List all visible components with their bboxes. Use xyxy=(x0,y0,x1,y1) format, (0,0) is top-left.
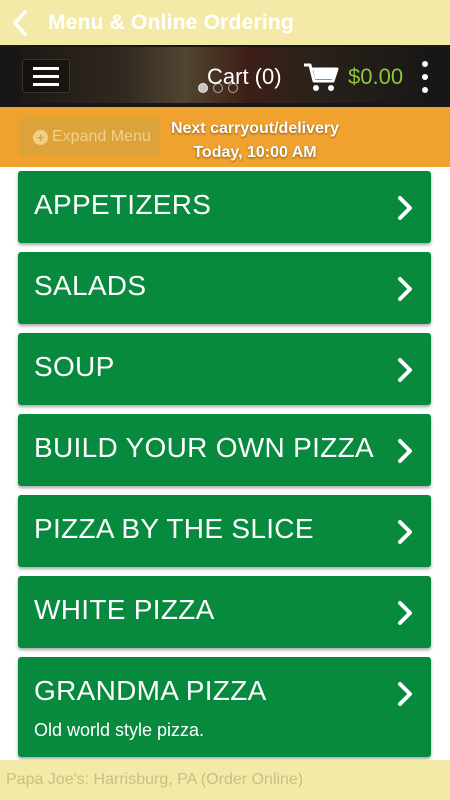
hamburger-menu-button[interactable] xyxy=(22,59,70,93)
chevron-right-icon xyxy=(398,277,412,301)
menu-item-appetizers[interactable]: APPETIZERS xyxy=(18,171,431,243)
menu-item-label: PIZZA BY THE SLICE xyxy=(34,513,314,544)
title-bar: Menu & Online Ordering xyxy=(0,0,450,45)
chevron-right-icon xyxy=(398,439,412,463)
menu-item-label: APPETIZERS xyxy=(34,189,212,220)
menu-item-grandma-pizza[interactable]: GRANDMA PIZZA Old world style pizza. xyxy=(18,657,431,757)
menu-item-pizza-by-the-slice[interactable]: PIZZA BY THE SLICE xyxy=(18,495,431,567)
menu-category-list: APPETIZERS SALADS SOUP BUILD YOUR OWN PI… xyxy=(0,167,450,760)
chevron-right-icon xyxy=(398,520,412,544)
menu-item-description: Old world style pizza. xyxy=(34,720,205,740)
next-carryout-time: Today, 10:00 AM xyxy=(193,144,317,161)
chevron-right-icon xyxy=(398,358,412,382)
cart-total: $0.00 xyxy=(348,64,404,89)
shopping-cart-icon[interactable] xyxy=(302,61,340,93)
chevron-right-icon xyxy=(398,601,412,625)
back-button[interactable] xyxy=(0,0,40,45)
menu-item-label: GRANDMA PIZZA xyxy=(34,675,267,706)
next-carryout-label: Next carryout/delivery xyxy=(170,120,340,137)
menu-item-white-pizza[interactable]: WHITE PIZZA xyxy=(18,576,431,648)
menu-item-label: WHITE PIZZA xyxy=(34,594,215,625)
cart-button[interactable]: Cart (0) xyxy=(207,64,282,90)
header-banner: Cart (0) $0.00 xyxy=(0,45,450,107)
next-carryout-info: Next carryout/delivery Today, 10:00 AM xyxy=(130,117,380,165)
chevron-right-icon xyxy=(398,682,412,706)
footer-bar: Papa Joe's: Harrisburg, PA (Order Online… xyxy=(0,760,450,800)
menu-item-label: SALADS xyxy=(34,270,147,301)
menu-item-soup[interactable]: SOUP xyxy=(18,333,431,405)
menu-item-salads[interactable]: SALADS xyxy=(18,252,431,324)
page-title: Menu & Online Ordering xyxy=(48,10,294,34)
overflow-menu-button[interactable] xyxy=(420,61,430,93)
chevron-left-icon xyxy=(13,9,27,36)
menu-item-label: BUILD YOUR OWN PIZZA xyxy=(34,432,374,463)
menu-item-build-your-own-pizza[interactable]: BUILD YOUR OWN PIZZA xyxy=(18,414,431,486)
restaurant-location[interactable]: Papa Joe's: Harrisburg, PA (Order Online… xyxy=(6,771,303,789)
kebab-icon xyxy=(422,61,428,67)
menu-item-label: SOUP xyxy=(34,351,115,382)
hamburger-icon xyxy=(33,66,59,70)
plus-circle-icon: + xyxy=(33,129,48,145)
chevron-right-icon xyxy=(398,196,412,220)
